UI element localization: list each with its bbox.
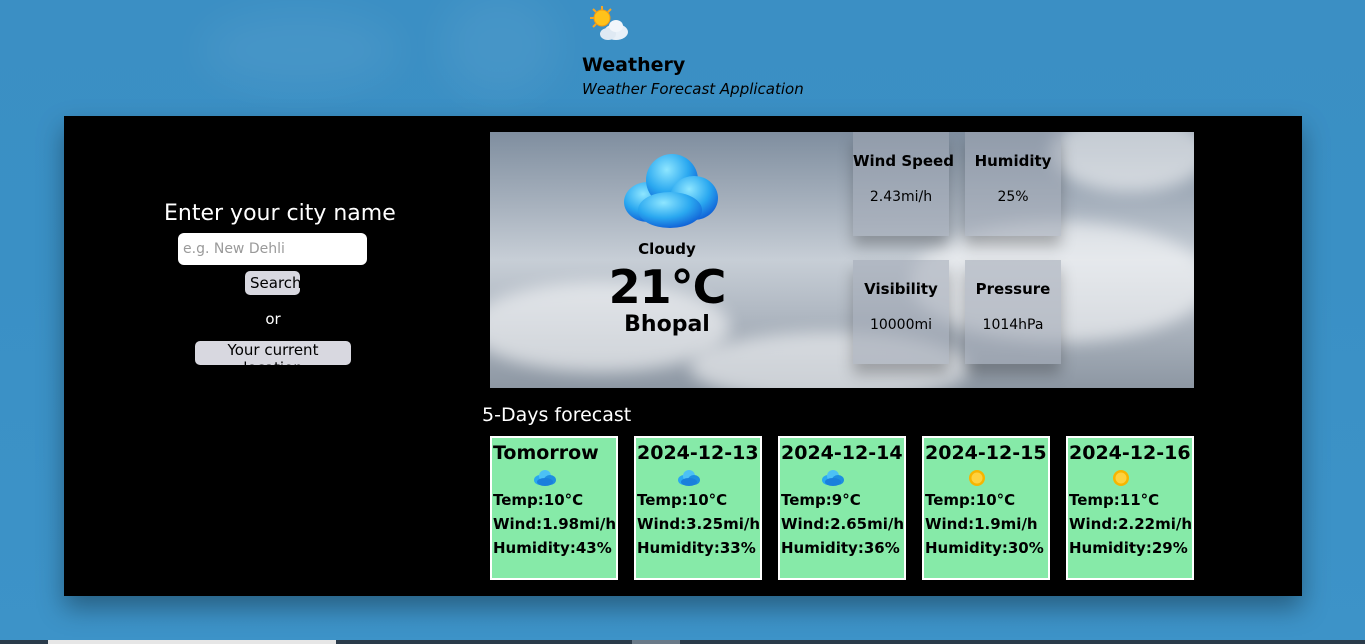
forecast-temp: Temp:11°C [1069,491,1160,509]
forecast-card: 2024-12-14 Temp:9°C Wind:2.65mi/h Humidi… [778,436,906,580]
weather-condition: Cloudy [638,240,696,258]
forecast-humidity: Humidity:33% [637,539,756,557]
pressure-value: 1014hPa [982,317,1044,333]
forecast-date: Tomorrow [493,442,599,464]
cloud-icon [624,154,718,228]
forecast-card: 2024-12-16 Temp:11°C Wind:2.22mi/h Humid… [1066,436,1194,580]
wind-speed-value: 2.43mi/h [869,189,933,205]
taskbar-strip [0,640,1365,644]
forecast-card: 2024-12-15 Temp:10°C Wind:1.9mi/h Humidi… [922,436,1050,580]
visibility-label: Visibility [864,280,938,298]
forecast-humidity: Humidity:29% [1069,539,1188,557]
background-blob [200,10,400,90]
taskbar-segment [632,640,680,644]
forecast-title: 5-Days forecast [482,404,632,426]
pressure-label: Pressure [975,280,1051,298]
current-weather-card: Cloudy 21°C Bhopal Wind Speed 2.43mi/h H… [490,132,1194,388]
city-search-input[interactable] [178,233,367,265]
forecast-wind: Wind:2.22mi/h [1069,515,1193,533]
forecast-temp: Temp:10°C [925,491,1016,509]
wind-speed-tile: Wind Speed 2.43mi/h [853,132,954,236]
humidity-value: 25% [997,189,1029,205]
taskbar-segment [48,640,336,644]
forecast-temp: Temp:10°C [637,491,728,509]
main-panel: Enter your city name Search or Your curr… [64,116,1302,596]
or-separator: or [265,310,281,328]
search-button[interactable]: Search [245,271,302,295]
sun-icon [969,470,985,486]
search-heading: Enter your city name [164,201,396,226]
forecast-wind: Wind:2.65mi/h [781,515,905,533]
forecast-wind: Wind:1.98mi/h [493,515,617,533]
cloud-icon [534,470,556,486]
app-title: Weathery [582,54,686,76]
background-blob [440,0,560,100]
humidity-label: Humidity [974,152,1052,170]
humidity-tile: Humidity 25% [965,132,1061,236]
forecast-card: 2024-12-13 Temp:10°C Wind:3.25mi/h Humid… [634,436,762,580]
cloud-icon [678,470,700,486]
forecast-card: Tomorrow Temp:10°C Wind:1.98mi/h Humidit… [490,436,618,580]
forecast-wind: Wind:1.9mi/h [925,515,1038,533]
forecast-temp: Temp:9°C [781,491,861,509]
app-subtitle: Weather Forecast Application [582,80,804,98]
visibility-value: 10000mi [869,317,933,333]
cloud-icon [822,470,844,486]
current-location-button[interactable]: Your current location [195,341,351,377]
forecast-date: 2024-12-14 [781,442,903,464]
forecast-date: 2024-12-16 [1069,442,1191,464]
forecast-temp: Temp:10°C [493,491,584,509]
city-name: Bhopal [624,312,710,337]
sun-icon [1113,470,1129,486]
pressure-tile: Pressure 1014hPa [965,260,1061,364]
forecast-humidity: Humidity:30% [925,539,1044,557]
forecast-date: 2024-12-13 [637,442,759,464]
forecast-wind: Wind:3.25mi/h [637,515,761,533]
cloud-background [1050,132,1194,192]
visibility-tile: Visibility 10000mi [853,260,949,364]
sun-behind-cloud-icon [590,6,628,40]
wind-speed-label: Wind Speed [853,152,954,170]
forecast-humidity: Humidity:43% [493,539,612,557]
forecast-humidity: Humidity:36% [781,539,900,557]
current-temperature: 21°C [608,260,727,314]
forecast-date: 2024-12-15 [925,442,1047,464]
